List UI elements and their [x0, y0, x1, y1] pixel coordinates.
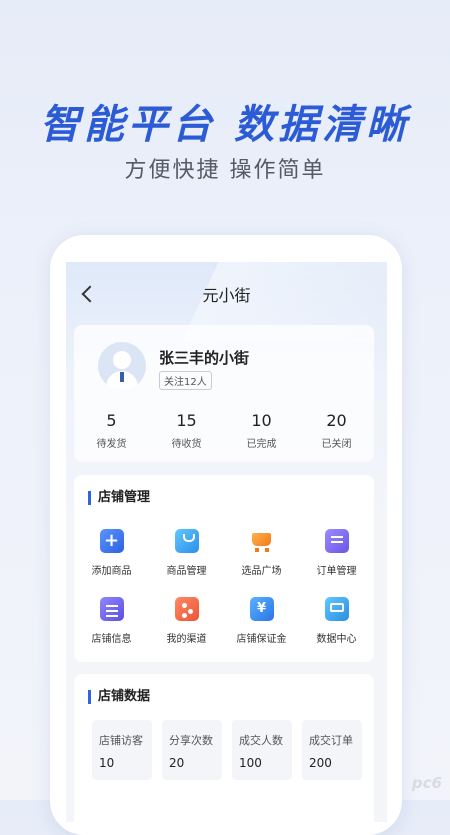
share-network-icon	[174, 597, 199, 621]
shop-deposit-button[interactable]: 店铺保证金	[224, 597, 299, 645]
order-list-icon	[324, 529, 349, 553]
section-title: 店铺数据	[88, 690, 150, 704]
data-value: 10	[99, 756, 115, 770]
banner-subtitle: 方便快捷 操作简单	[124, 158, 326, 183]
stat-label: 已关闭	[321, 439, 352, 450]
monitor-chart-icon	[324, 597, 349, 621]
stat-label: 已完成	[246, 439, 277, 450]
data-value: 20	[169, 756, 185, 770]
grid-label: 商品管理	[166, 566, 207, 577]
grid-label: 我的渠道	[166, 634, 207, 645]
add-product-button[interactable]: 添加商品	[74, 529, 149, 577]
page-title: 元小街	[202, 286, 251, 305]
data-label: 成交人数	[239, 734, 283, 747]
stat-number: 20	[326, 411, 347, 430]
order-stats: 5 待发货 15 待收货 10 已完成 20 已关闭	[74, 411, 374, 455]
add-product-icon	[99, 529, 124, 553]
cart-icon	[250, 529, 274, 553]
watermark-logo: pc6	[411, 774, 442, 792]
stat-label: 待收货	[171, 439, 202, 450]
section-title: 店铺管理	[88, 491, 150, 505]
nav-bar: 元小街	[66, 284, 387, 314]
profile-card: 张三丰的小街 关注12人 5 待发货 15 待收货 10 已完成 20 已关闭	[74, 325, 374, 462]
yen-shield-icon	[249, 597, 274, 621]
follow-count-badge[interactable]: 关注12人	[159, 371, 212, 390]
order-management-button[interactable]: 订单管理	[299, 529, 374, 577]
shop-name: 张三丰的小街	[159, 349, 250, 367]
grid-label: 店铺信息	[91, 634, 132, 645]
data-label: 店铺访客	[99, 734, 143, 747]
app-screen: 元小街 张三丰的小街 关注12人 5 待发货 15 待收货 10 已完成 20 …	[66, 262, 387, 822]
my-channels-button[interactable]: 我的渠道	[149, 597, 224, 645]
data-value: 200	[309, 756, 332, 770]
stat-number: 15	[176, 411, 197, 430]
stat-pending-receive[interactable]: 15 待收货	[149, 411, 224, 450]
product-management-button[interactable]: 商品管理	[149, 529, 224, 577]
data-box-visitors[interactable]: 店铺访客 10	[92, 720, 152, 780]
stat-number: 10	[251, 411, 272, 430]
data-box-shares[interactable]: 分享次数 20	[162, 720, 222, 780]
stat-label: 待发货	[96, 439, 127, 450]
stat-closed[interactable]: 20 已关闭	[299, 411, 374, 450]
data-box-orders[interactable]: 成交订单 200	[302, 720, 362, 780]
avatar[interactable]	[98, 342, 146, 390]
data-value: 100	[239, 756, 262, 770]
data-box-buyers[interactable]: 成交人数 100	[232, 720, 292, 780]
grid-label: 数据中心	[316, 634, 357, 645]
grid-label: 订单管理	[316, 566, 357, 577]
clipboard-icon	[99, 597, 124, 621]
stat-number: 5	[106, 411, 117, 430]
stat-pending-ship[interactable]: 5 待发货	[74, 411, 149, 450]
shop-info-button[interactable]: 店铺信息	[74, 597, 149, 645]
shopping-bag-icon	[174, 529, 199, 553]
shop-management-card: 店铺管理 添加商品 商品管理 选品广场 订单管理 店铺信息 我的渠道 店铺保证金	[74, 475, 374, 662]
stat-completed[interactable]: 10 已完成	[224, 411, 299, 450]
data-label: 分享次数	[169, 734, 213, 747]
grid-label: 添加商品	[91, 566, 132, 577]
banner-title: 智能平台 数据清晰	[40, 102, 410, 148]
data-center-button[interactable]: 数据中心	[299, 597, 374, 645]
grid-label: 选品广场	[241, 566, 282, 577]
grid-label: 店铺保证金	[236, 634, 287, 645]
data-label: 成交订单	[309, 734, 353, 747]
product-selection-button[interactable]: 选品广场	[224, 529, 299, 577]
